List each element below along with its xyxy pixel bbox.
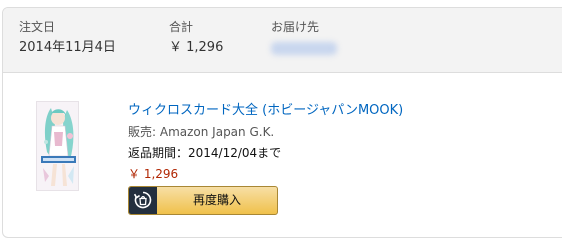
ship-to-label: お届け先 xyxy=(271,20,320,34)
product-title-link[interactable]: ウィクロスカード大全 (ホビージャパンMOOK) xyxy=(128,102,403,120)
seller-info: 販売: Amazon Japan G.K. xyxy=(128,125,275,139)
product-thumbnail[interactable] xyxy=(36,101,79,191)
buy-again-icon xyxy=(133,191,152,209)
buy-again-label: 再度購入 xyxy=(192,193,241,207)
order-card: 注文日 2014年11月4日 合計 ￥ 1,296 お届け先 ウィクロスカード大… xyxy=(2,7,562,238)
order-total-label: 合計 xyxy=(169,20,194,34)
order-total-value: ￥ 1,296 xyxy=(169,40,224,55)
book-cover-image xyxy=(37,102,78,190)
buy-again-button[interactable]: 再度購入 xyxy=(128,186,278,215)
ship-to-column: お届け先 xyxy=(271,19,337,57)
order-date-label: 注文日 xyxy=(19,20,56,34)
item-price: ￥ 1,296 xyxy=(128,167,179,181)
order-total-column: 合計 ￥ 1,296 xyxy=(169,19,223,57)
ship-to-name-blurred[interactable] xyxy=(271,39,337,57)
order-header: 注文日 2014年11月4日 合計 ￥ 1,296 お届け先 xyxy=(3,8,562,73)
redacted-name xyxy=(271,42,337,55)
order-date-value: 2014年11月4日 xyxy=(19,40,116,55)
shipment-section: ウィクロスカード大全 (ホビージャパンMOOK) 販売: Amazon Japa… xyxy=(3,72,562,237)
buy-again-icon-box xyxy=(129,187,157,214)
order-date-column: 注文日 2014年11月4日 xyxy=(19,19,116,57)
return-period: 返品期間：2014/12/04まで xyxy=(128,146,282,160)
